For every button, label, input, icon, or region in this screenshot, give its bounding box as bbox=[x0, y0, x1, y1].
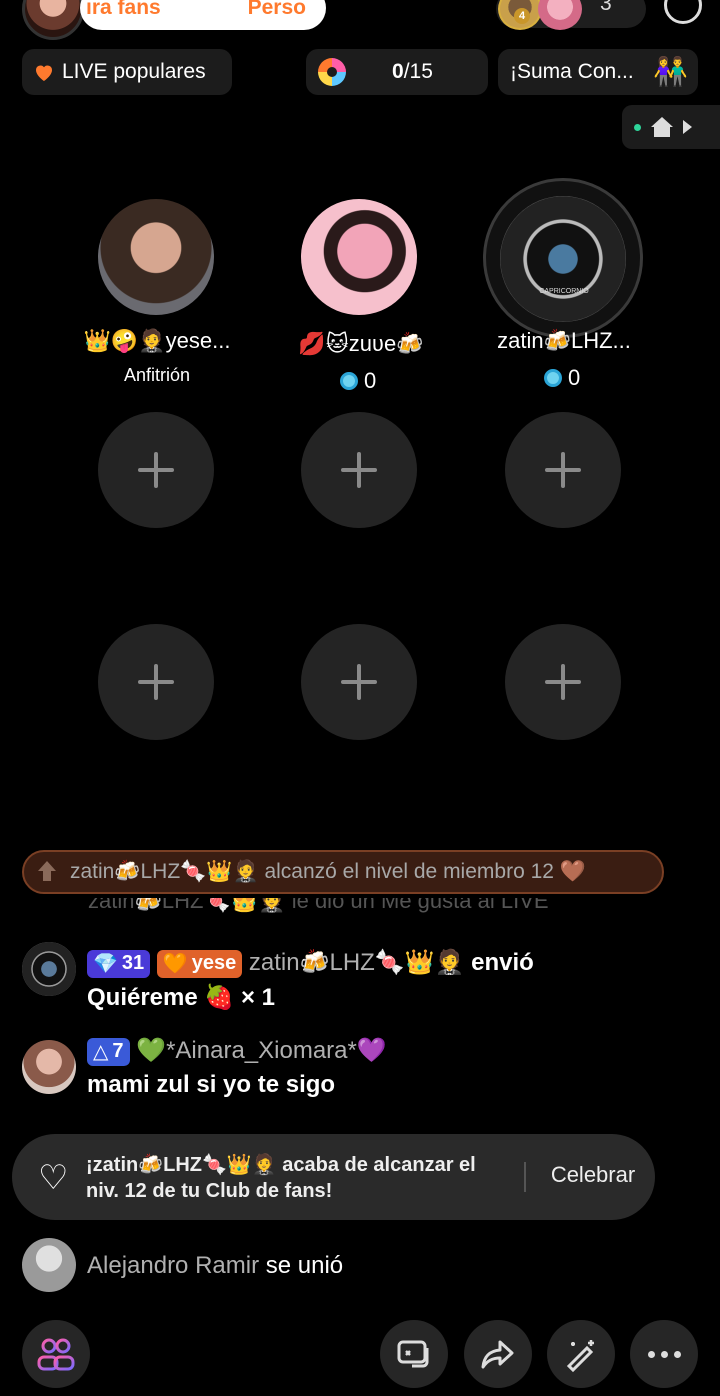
chat-action: se unió bbox=[265, 1252, 344, 1279]
gem-level-badge[interactable]: 💎 31 bbox=[87, 949, 151, 978]
host-top-avatar[interactable] bbox=[22, 0, 84, 40]
heart-icon bbox=[36, 65, 52, 81]
suma-label: ¡Suma Con... bbox=[510, 60, 634, 83]
heart-badge-icon: 🧡 bbox=[162, 953, 188, 976]
progress-total: /15 bbox=[403, 60, 433, 83]
empty-seat-add-button[interactable] bbox=[98, 624, 214, 740]
effects-button[interactable] bbox=[547, 1320, 615, 1388]
chat-avatar[interactable] bbox=[22, 1238, 76, 1292]
coin-icon bbox=[340, 372, 358, 390]
close-icon[interactable] bbox=[664, 0, 702, 24]
magic-wand-icon bbox=[566, 1340, 594, 1373]
fan-club-name: yese bbox=[191, 952, 237, 975]
chat-avatar[interactable] bbox=[22, 942, 76, 996]
fans-pill-right: Perso bbox=[247, 0, 306, 19]
guest-name-zatin: zatin🍻LHZ... bbox=[497, 328, 631, 353]
status-dot-icon bbox=[634, 123, 641, 131]
empty-seat-add-button[interactable] bbox=[301, 624, 417, 740]
chat-join-message: Alejandro Ramir se unió bbox=[87, 1252, 343, 1280]
toast-text: ¡zatin🍻LHZ🍬👑🤵 acaba de alcanzar el niv. … bbox=[86, 1154, 476, 1202]
chat-username[interactable]: 💚*Ainara_Xiomara*💜 bbox=[136, 1037, 387, 1064]
chat-button[interactable] bbox=[380, 1320, 448, 1388]
more-options-button[interactable] bbox=[630, 1320, 698, 1388]
up-arrow-icon bbox=[36, 861, 58, 883]
fan-club-badge[interactable]: 🧡 yese bbox=[156, 949, 243, 978]
chat-faded-text: zatin🍻LHZ🍬👑🤵 le dio un Me gusta al LIVE bbox=[88, 898, 549, 913]
progress-text: 0/15 bbox=[392, 60, 433, 84]
chat-username[interactable]: zatin🍻LHZ🍬👑🤵 bbox=[249, 949, 465, 976]
chat-username[interactable]: Alejandro Ramir bbox=[87, 1252, 259, 1279]
heart-outline-icon: ♡ bbox=[38, 1159, 69, 1197]
viewer-rank-badge: 4 bbox=[514, 8, 530, 24]
chat-avatar[interactable] bbox=[22, 1040, 76, 1094]
toast-divider bbox=[524, 1162, 526, 1192]
progress-current: 0 bbox=[392, 60, 404, 83]
chat-bubble-icon bbox=[397, 1340, 429, 1368]
play-icon bbox=[683, 120, 692, 134]
guest-coins-zule: 0 bbox=[340, 368, 376, 394]
celebrate-button[interactable]: Celebrar bbox=[532, 1162, 654, 1188]
guest-name-zule: 💋🐱zuʋe🍻 bbox=[298, 331, 424, 356]
chat-message-gift: 💎 31 🧡 yese zatin🍻LHZ🍬👑🤵 envió bbox=[87, 948, 534, 978]
host-name: 👑🤪🤵yese... bbox=[83, 328, 231, 353]
chat-message-text: △ 7 💚*Ainara_Xiomara*💜 bbox=[87, 1036, 387, 1066]
empty-seat-add-button[interactable] bbox=[98, 412, 214, 528]
live-populares-label: LIVE populares bbox=[62, 60, 206, 83]
live-populares-pill[interactable]: LIVE populares bbox=[22, 49, 232, 95]
donut-icon bbox=[318, 58, 346, 86]
people-icon: 👫 bbox=[653, 56, 688, 87]
guest-avatar-zule[interactable] bbox=[301, 199, 417, 315]
share-arrow-icon bbox=[481, 1340, 514, 1369]
host-role: Anfitrión bbox=[123, 365, 191, 385]
empty-seat-add-button[interactable] bbox=[505, 624, 621, 740]
level-value: 7 bbox=[112, 1040, 124, 1063]
people-icon bbox=[37, 1338, 75, 1371]
guest-coins-zatin: 0 bbox=[544, 365, 580, 391]
triangle-icon: △ bbox=[93, 1041, 109, 1064]
more-dots-icon bbox=[647, 1350, 681, 1358]
fan-club-toast: ♡ ¡zatin🍻LHZ🍬👑🤵 acaba de alcanzar el niv… bbox=[12, 1134, 655, 1220]
chat-gift-name: Quiéreme 🍓 × 1 bbox=[87, 984, 275, 1011]
fans-pill-left: ıra fans bbox=[86, 0, 161, 19]
host-avatar[interactable] bbox=[98, 199, 214, 315]
share-button[interactable] bbox=[464, 1320, 532, 1388]
guests-button[interactable] bbox=[22, 1320, 90, 1388]
empty-seat-add-button[interactable] bbox=[301, 412, 417, 528]
mini-controls-pill[interactable] bbox=[622, 105, 720, 149]
empty-seat-add-button[interactable] bbox=[505, 412, 621, 528]
gem-level-value: 31 bbox=[121, 952, 145, 975]
home-icon bbox=[651, 117, 673, 137]
guest-coins-value: 0 bbox=[568, 365, 581, 390]
fans-pill[interactable]: ıra fans Perso bbox=[80, 0, 326, 30]
chat-faded-message: zatin🍻LHZ🍬👑🤵 le dio un Me gusta al LIVE bbox=[22, 898, 682, 914]
banner-text: zatin🍻LHZ🍬👑🤵 alcanzó el nivel de miembro… bbox=[70, 860, 586, 883]
suma-contribucion-pill[interactable]: ¡Suma Con... 👫 bbox=[498, 49, 698, 95]
gem-icon: 💎 bbox=[93, 953, 118, 976]
level-badge[interactable]: △ 7 bbox=[87, 1037, 130, 1066]
progress-pill[interactable]: 0/15 bbox=[306, 49, 488, 95]
chat-text: mami zul si yo te sigo bbox=[87, 1071, 336, 1098]
chat-action: envió bbox=[471, 949, 534, 976]
guest-coins-value: 0 bbox=[364, 368, 377, 393]
level-up-banner: zatin🍻LHZ🍬👑🤵 alcanzó el nivel de miembro… bbox=[22, 850, 664, 894]
guest-avatar-zatin[interactable] bbox=[500, 196, 626, 322]
avatar-frame-caption: CAPRICORNIO bbox=[539, 288, 589, 295]
viewer-count[interactable]: 3 bbox=[600, 0, 612, 16]
coin-icon bbox=[544, 369, 562, 387]
